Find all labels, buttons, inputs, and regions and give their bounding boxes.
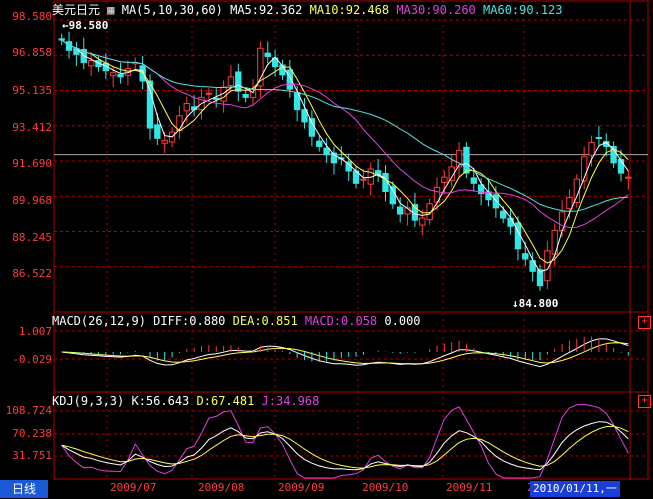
kdj-k: K:56.643 (131, 394, 190, 408)
candle-body (441, 176, 448, 183)
x-axis-label: 2009/09 (278, 481, 325, 494)
candle-body (176, 115, 183, 132)
symbol-name: 美元日元 (52, 3, 101, 17)
chart-canvas (53, 0, 649, 480)
candle-body (566, 197, 573, 210)
candle-body (87, 60, 95, 67)
kdj-j: J:34.968 (261, 394, 320, 408)
candle-body (146, 80, 154, 129)
kdj-tick-label: 108.724 (5, 404, 52, 417)
candle-body (110, 72, 117, 77)
candle-body (382, 172, 389, 192)
high-price-label: ←98.580 (62, 19, 109, 32)
macd-value: MACD:0.058 (304, 314, 378, 328)
candle-body (360, 178, 367, 181)
macd-dea: DEA:0.851 (232, 314, 298, 328)
candle-body (227, 76, 235, 86)
x-axis-label: 2009/07 (110, 481, 157, 494)
kdj-d: D:67.481 (196, 394, 255, 408)
candle-body (419, 217, 426, 226)
macd-extra: 0.000 (384, 314, 421, 328)
candle-body (522, 253, 529, 260)
price-tick-label: 89.968 (12, 194, 52, 207)
candle-body (264, 52, 271, 57)
macd-expand-button[interactable]: + (638, 316, 651, 329)
kdj-tick-label: 70.238 (12, 427, 52, 440)
candle-body (397, 206, 404, 215)
kdj-expand-button[interactable]: + (638, 395, 651, 408)
kdj-panel-header: KDJ(9,3,3) K:56.643 D:67.481 J:34.968 (52, 394, 319, 408)
price-tick-label: 95.135 (12, 84, 52, 97)
ma30-line (61, 39, 629, 229)
price-tick-label: 91.690 (12, 157, 52, 170)
candle-body (463, 146, 470, 174)
cursor-date-readout: 2010/01/11,一 (530, 481, 620, 497)
price-tick-label: 96.858 (12, 46, 52, 59)
candle-body (625, 176, 632, 179)
candle-body (58, 38, 65, 41)
price-tick-label: 98.580 (12, 10, 52, 23)
macd-tick-label: -0.029 (12, 353, 52, 366)
price-panel-header: 美元日元 ▦ MA(5,10,30,60) MA5:92.362 MA10:92… (52, 1, 563, 18)
candle-body (507, 217, 514, 227)
low-price-label: ↓84.800 (512, 297, 559, 310)
ma5-value: MA5:92.362 (230, 3, 303, 17)
price-tick-label: 86.522 (12, 267, 52, 280)
macd-dea-line (61, 342, 629, 365)
candle-body (161, 139, 168, 144)
macd-title: MACD(26,12,9) (52, 314, 146, 328)
candle-body (249, 88, 257, 98)
macd-tick-label: 1.007 (18, 325, 52, 338)
kdj-k-line (61, 421, 629, 471)
candle-body (213, 97, 220, 100)
candle-body (139, 65, 146, 82)
macd-panel-header: MACD(26,12,9) DIFF:0.880 DEA:0.851 MACD:… (52, 314, 421, 328)
candle-body (316, 140, 323, 147)
candle-body (389, 186, 397, 205)
ma5-line (61, 39, 629, 273)
candle-body (323, 147, 330, 156)
candle-body (154, 124, 161, 139)
candle-body (235, 71, 242, 92)
candle-body (595, 136, 603, 139)
ma-params: MA(5,10,30,60) (121, 3, 223, 17)
candle-body (492, 194, 500, 209)
kdj-title: KDJ(9,3,3) (52, 394, 125, 408)
candle-body (308, 118, 316, 137)
ma60-value: MA60:90.123 (483, 3, 563, 17)
x-axis-label: 2009/08 (198, 481, 245, 494)
candle-body (500, 210, 507, 219)
daily-period-tab[interactable]: 日线 (0, 480, 48, 498)
ma10-value: MA10:92.468 (309, 3, 390, 17)
ma-icon: ▦ (107, 3, 115, 17)
candle-body (470, 177, 477, 184)
candle-body (117, 73, 124, 78)
candle-body (588, 141, 595, 156)
kdj-tick-label: 31.751 (12, 449, 52, 462)
candle-body (242, 93, 249, 98)
price-tick-label: 88.245 (12, 231, 52, 244)
macd-diff: DIFF:0.880 (153, 314, 226, 328)
kdj-d-line (61, 425, 629, 469)
candle-body (183, 102, 190, 112)
candle-body (205, 92, 213, 95)
ma10-line (61, 39, 629, 264)
x-axis-label: 2009/11 (446, 481, 493, 494)
price-tick-label: 93.412 (12, 121, 52, 134)
ma30-value: MA30:90.260 (396, 3, 476, 17)
x-axis-label: 2009/10 (362, 481, 409, 494)
